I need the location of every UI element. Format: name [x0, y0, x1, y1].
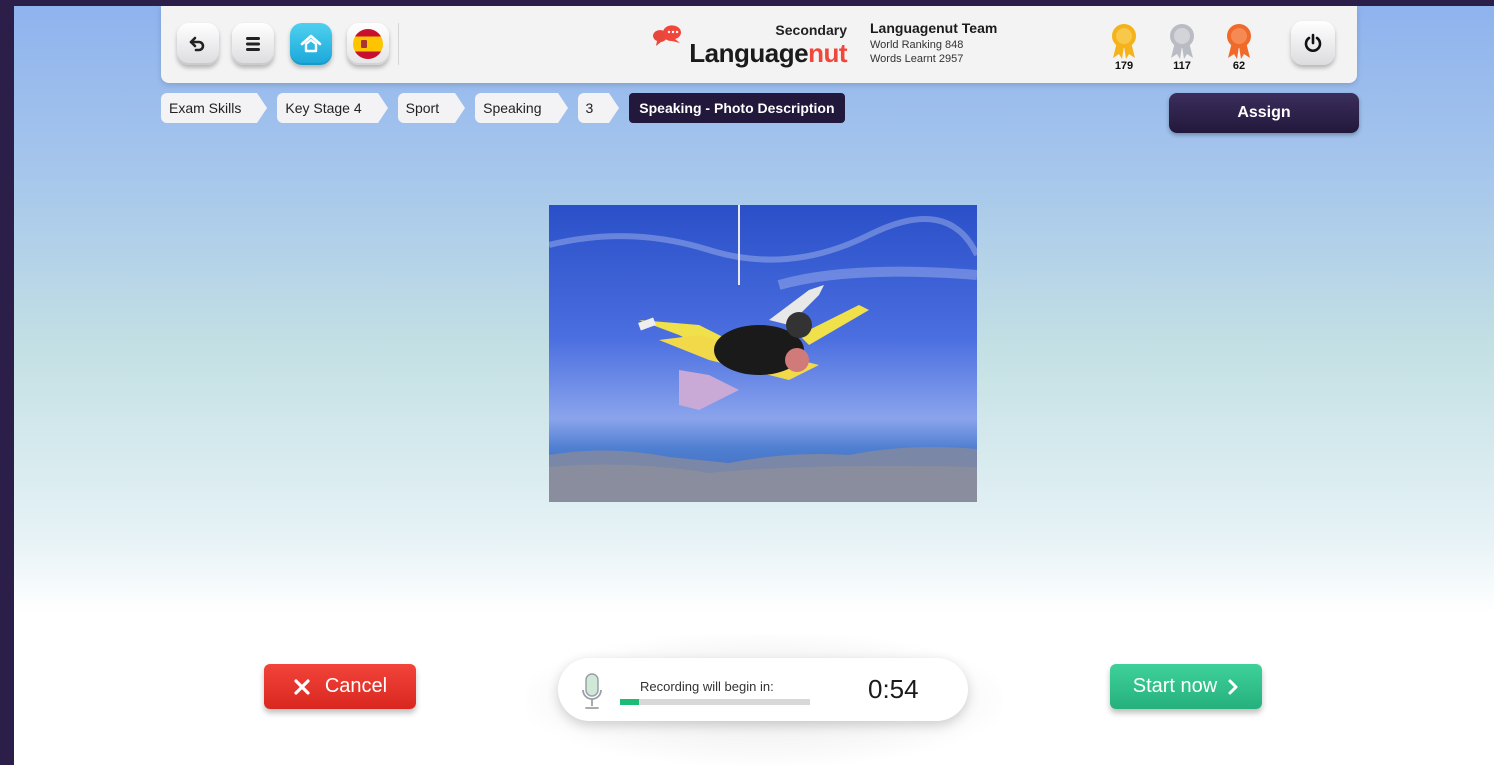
- gold-medal-count: 179: [1114, 60, 1134, 72]
- start-now-label: Start now: [1132, 675, 1218, 697]
- languagenut-logo[interactable]: Secondary Languagenut: [651, 20, 847, 70]
- bronze-medal-icon: [1227, 24, 1251, 59]
- home-button[interactable]: [290, 23, 332, 65]
- logo-wordmark-prefix: Language: [689, 38, 809, 68]
- spain-flag-icon: [353, 29, 383, 59]
- logout-button[interactable]: [1291, 21, 1335, 65]
- bronze-medal[interactable]: 62: [1219, 22, 1259, 78]
- silver-medal[interactable]: 117: [1162, 22, 1202, 78]
- logo-wordmark-suffix: nut: [808, 38, 847, 68]
- microphone-icon: [582, 673, 602, 709]
- gold-medal[interactable]: 179: [1104, 22, 1144, 78]
- app-frame: Secondary Languagenut Languagenut Team W…: [14, 6, 1494, 765]
- menu-icon: [246, 37, 260, 51]
- language-button[interactable]: [347, 23, 389, 65]
- close-icon: [294, 678, 310, 695]
- back-button[interactable]: [177, 23, 219, 65]
- team-name: Languagenut Team: [870, 20, 998, 36]
- bronze-medal-count: 62: [1232, 60, 1246, 72]
- divider: [398, 23, 399, 65]
- skydiving-photo: [549, 205, 977, 502]
- cancel-label: Cancel: [324, 675, 388, 697]
- top-bar: Secondary Languagenut Languagenut Team W…: [161, 6, 1357, 83]
- power-icon: [1304, 33, 1322, 52]
- breadcrumb-item-key-stage[interactable]: Key Stage 4: [277, 93, 388, 123]
- silver-medal-icon: [1170, 24, 1194, 59]
- team-info: Languagenut Team World Ranking 848 Words…: [870, 20, 997, 65]
- recording-panel: Recording will begin in: 0:54: [558, 658, 968, 721]
- home-icon: [300, 34, 322, 53]
- recording-countdown-time: 0:54: [868, 674, 919, 704]
- breadcrumb: Exam Skills Key Stage 4 Sport Speaking 3…: [161, 93, 855, 123]
- assign-button[interactable]: Assign: [1169, 93, 1359, 133]
- breadcrumb-item-exam-skills[interactable]: Exam Skills: [161, 93, 268, 123]
- breadcrumb-item-level[interactable]: 3: [577, 93, 620, 123]
- chevron-right-icon: [1228, 679, 1238, 694]
- breadcrumb-item-sport[interactable]: Sport: [397, 93, 466, 123]
- breadcrumb-item-speaking[interactable]: Speaking: [475, 93, 568, 123]
- chat-bubbles-icon: [653, 25, 681, 46]
- silver-medal-count: 117: [1173, 60, 1191, 72]
- cancel-button[interactable]: Cancel: [264, 664, 416, 709]
- menu-button[interactable]: [232, 23, 274, 65]
- recording-progress-bar: [620, 699, 810, 705]
- logo-wordmark: Languagenut: [689, 38, 847, 69]
- recording-progress-fill: [620, 699, 639, 705]
- world-ranking: World Ranking 848: [870, 39, 964, 51]
- start-now-button[interactable]: Start now: [1110, 664, 1262, 709]
- recording-countdown-label: Recording will begin in:: [640, 679, 774, 694]
- words-learnt: Words Learnt 2957: [870, 53, 964, 65]
- back-arrow-icon: [189, 36, 205, 52]
- prompt-photo: [549, 205, 977, 502]
- gold-medal-icon: [1112, 24, 1136, 59]
- logo-tier: Secondary: [775, 22, 847, 38]
- breadcrumb-current: Speaking - Photo Description: [629, 93, 845, 123]
